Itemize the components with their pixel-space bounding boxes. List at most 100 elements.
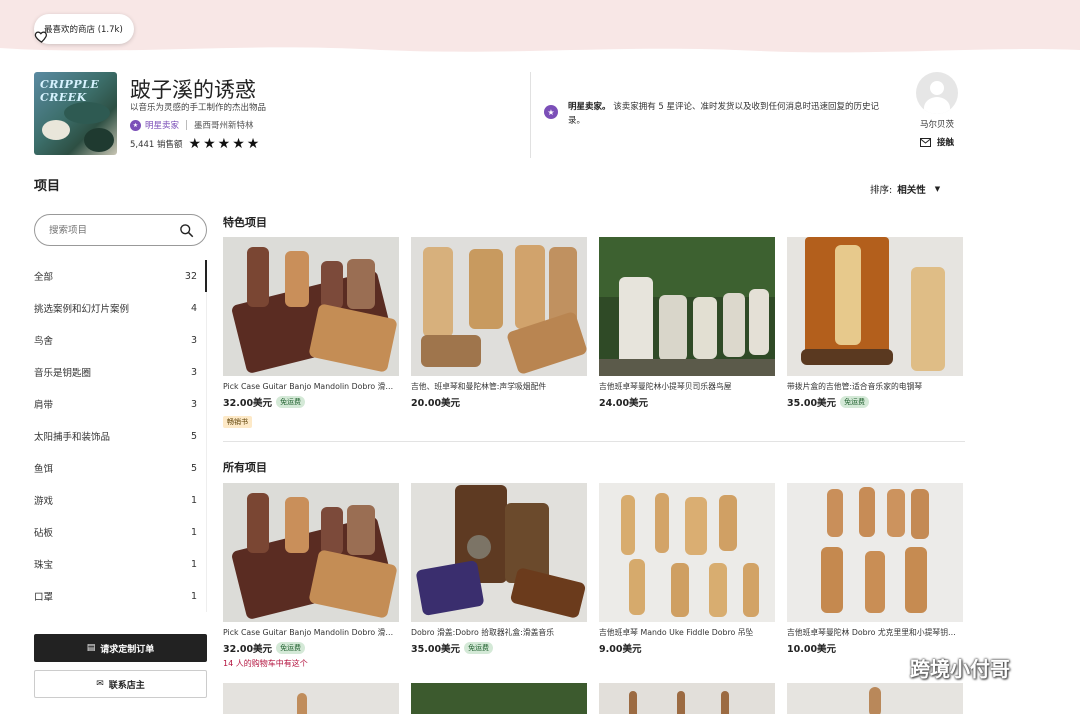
listing-image-partial[interactable] (599, 683, 775, 714)
sort-label: 排序: (870, 185, 893, 196)
logo-water-shape (84, 128, 114, 152)
case-shape (247, 247, 269, 307)
listing-price-row: 32.00美元 免运费 (223, 395, 399, 409)
guitar-pipe-shape (515, 245, 545, 329)
banner-wave (0, 47, 1080, 56)
star-seller-note: ★ 明星卖家。 该卖家拥有 5 星评论、准时发货以及收到任何消息时迅速回复的历史… (544, 100, 884, 128)
star-icon: ★ (217, 136, 231, 152)
category-item[interactable]: 珠宝 1 (34, 548, 207, 580)
listing-image-partial[interactable] (787, 683, 963, 714)
listing-image-partial[interactable] (223, 683, 399, 714)
case-shape (285, 251, 309, 307)
listing-image[interactable] (787, 237, 963, 376)
star-seller-note-text: 明星卖家。 该卖家拥有 5 星评论、准时发货以及收到任何消息时迅速回复的历史记录… (568, 100, 884, 128)
guitar-shape (297, 693, 307, 714)
keychain-shape (911, 489, 929, 539)
free-shipping-badge: 免运费 (276, 396, 306, 408)
listing-image[interactable] (223, 483, 399, 622)
listing-title[interactable]: Pick Case Guitar Banjo Mandolin Dobro 滑盖… (223, 381, 399, 392)
listing-price: 20.00美元 (411, 398, 461, 409)
slide-case-shape (509, 567, 587, 619)
listing-image[interactable] (411, 237, 587, 376)
category-item[interactable]: 游戏 1 (34, 484, 207, 516)
keychain-shape (827, 489, 843, 537)
shop-rating-stars[interactable]: ★ ★ ★ ★ ★ (189, 137, 260, 151)
request-custom-order-button[interactable]: ▤ 请求定制订单 (34, 634, 207, 662)
header-divider (530, 72, 531, 158)
listing-card[interactable]: Pick Case Guitar Banjo Mandolin Dobro 滑盖… (223, 483, 399, 669)
ground-shape (599, 359, 775, 376)
birdhouse-shape (749, 289, 769, 355)
category-label: 鸟舍 (34, 336, 54, 347)
category-count: 3 (190, 366, 197, 378)
listing-card[interactable]: Pick Case Guitar Banjo Mandolin Dobro 滑盖… (223, 237, 399, 428)
listing-image[interactable] (787, 483, 963, 622)
all-items-heading: 所有项目 (223, 461, 267, 474)
owner-avatar[interactable] (916, 72, 958, 114)
listing-title[interactable]: 吉他班卓琴曼陀林小提琴贝司乐器鸟屋 (599, 381, 775, 392)
contact-shop-owner-button[interactable]: ✉ 联系店主 (34, 670, 207, 698)
sort-dropdown[interactable]: 排序: 相关性 ▼ (870, 182, 940, 196)
category-item[interactable]: 全部 32 (34, 260, 207, 292)
category-item[interactable]: 太阳捕手和装饰品 5 (34, 420, 207, 452)
heart-icon (34, 31, 47, 43)
category-count: 1 (190, 590, 197, 602)
category-item[interactable]: 鱼饵 5 (34, 452, 207, 484)
shop-logo[interactable]: CRIPPLE CREEK (34, 72, 117, 155)
category-item[interactable]: 鸟舍 3 (34, 324, 207, 356)
bass-pipe-shape (835, 245, 861, 345)
watermark: 跨境小付哥 (862, 650, 1010, 684)
keychain-shape (859, 487, 875, 537)
pendant-shape (709, 563, 727, 617)
pipe-bowl-shape (421, 335, 481, 367)
listing-title[interactable]: 吉他班卓琴曼陀林 Dobro 尤克里里和小提琴钥匙扣 (787, 627, 963, 638)
category-item[interactable]: 砧板 1 (34, 516, 207, 548)
listing-card[interactable]: Dobro 滑盖:Dobro 拾取器礼盒:滑盖音乐 35.00美元 免运费 (411, 483, 587, 655)
star-seller-link[interactable]: 明星卖家 (145, 119, 179, 131)
avatar-body-shape (924, 97, 950, 114)
shop-logo-text: CRIPPLE CREEK (40, 78, 100, 104)
listing-image[interactable] (223, 237, 399, 376)
wechat-logo-icon (863, 653, 900, 681)
sidebar: 全部 32 挑选案例和幻灯片案例 4 鸟舍 3 音乐是钥匙圈 3 肩带 3 太阳捕手和装饰… (34, 214, 207, 698)
listing-card[interactable]: 吉他、班卓琴和曼陀林管:声学吸烟配件 20.00美元 (411, 237, 587, 409)
meta-divider (186, 120, 188, 130)
listing-price-row: 24.00美元 (599, 395, 775, 409)
listing-title[interactable]: 吉他、班卓琴和曼陀林管:声学吸烟配件 (411, 381, 587, 392)
listing-card[interactable]: 吉他班卓琴 Mando Uke Fiddle Dobro 吊坠 9.00美元 (599, 483, 775, 655)
category-item[interactable]: 肩带 3 (34, 388, 207, 420)
listing-title[interactable]: Dobro 滑盖:Dobro 拾取器礼盒:滑盖音乐 (411, 627, 587, 638)
listing-title[interactable]: 吉他班卓琴 Mando Uke Fiddle Dobro 吊坠 (599, 627, 775, 638)
keychain-shape (821, 547, 843, 613)
listing-image[interactable] (599, 237, 775, 376)
shop-meta: ★ 明星卖家 墨西哥州新特林 (130, 119, 254, 131)
category-scroll-track[interactable] (206, 260, 207, 612)
caret-down-icon: ▼ (934, 185, 941, 193)
listing-card[interactable]: 吉他班卓琴曼陀林小提琴贝司乐器鸟屋 24.00美元 (599, 237, 775, 409)
guitar-shape (677, 691, 685, 714)
category-label: 鱼饵 (34, 464, 54, 475)
listing-image-partial[interactable] (411, 683, 587, 714)
category-item[interactable]: 音乐是钥匙圈 3 (34, 356, 207, 388)
listing-image[interactable] (411, 483, 587, 622)
listing-title[interactable]: 带拨片盒的吉他管:适合音乐家的电钢琴 (787, 381, 963, 392)
listing-price: 9.00美元 (599, 644, 642, 655)
listing-card[interactable]: 带拨片盒的吉他管:适合音乐家的电钢琴 35.00美元 免运费 (787, 237, 963, 409)
listing-card[interactable]: 吉他班卓琴曼陀林 Dobro 尤克里里和小提琴钥匙扣 10.00美元 (787, 483, 963, 655)
favorite-shop-button[interactable]: 最喜欢的商店 (1.7k) (34, 14, 134, 44)
contact-owner-link[interactable]: 接触 (910, 136, 964, 148)
listing-price-row: 20.00美元 (411, 395, 587, 409)
sort-value: 相关性 (897, 185, 926, 196)
listing-image[interactable] (599, 483, 775, 622)
owner-name[interactable]: 马尔贝茨 (910, 118, 964, 130)
search-icon[interactable] (179, 223, 194, 238)
listing-title[interactable]: Pick Case Guitar Banjo Mandolin Dobro 滑盖… (223, 627, 399, 638)
category-item[interactable]: 口罩 1 (34, 580, 207, 612)
pendant-shape (655, 493, 669, 553)
logo-banjo-shape (42, 120, 70, 140)
search-input[interactable] (49, 224, 169, 236)
star-icon: ★ (232, 136, 245, 152)
birdhouse-shape (619, 277, 653, 367)
category-item[interactable]: 挑选案例和幻灯片案例 4 (34, 292, 207, 324)
listing-price-row: 9.00美元 (599, 641, 775, 655)
